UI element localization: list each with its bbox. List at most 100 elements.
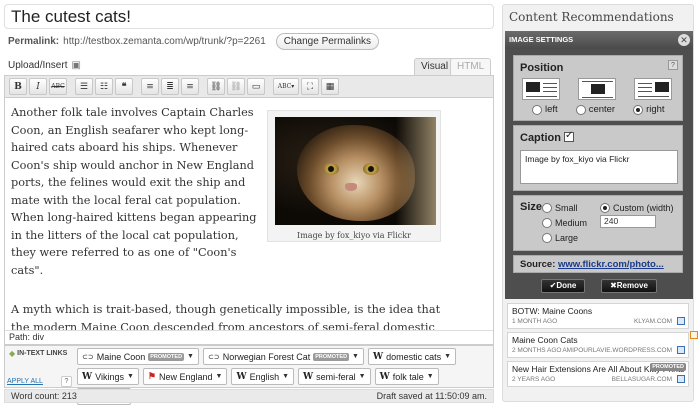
sidebar-title: Content Recommendations: [509, 10, 674, 24]
recommendation-age: 2 MONTHS AGO: [512, 347, 562, 354]
kitchen-sink-icon[interactable]: ▦: [321, 78, 339, 95]
source-box: Source: www.flickr.com/photo...: [513, 255, 683, 273]
recommendation-title[interactable]: Maine Coon Cats: [512, 335, 684, 345]
cat-photo[interactable]: [275, 117, 436, 225]
recommendation-item[interactable]: BOTW: Maine Coons 1 MONTH AGO KLYAM.COM: [507, 303, 689, 329]
chevron-down-icon[interactable]: ▼: [352, 353, 359, 360]
align-left-image-icon[interactable]: [522, 78, 560, 100]
unlink-icon[interactable]: ⛓: [227, 78, 245, 95]
chevron-down-icon[interactable]: ▼: [282, 373, 289, 380]
source-label: Source:: [520, 259, 556, 270]
chevron-down-icon[interactable]: ▼: [216, 373, 223, 380]
bullet-list-icon[interactable]: ☰: [75, 78, 93, 95]
close-icon[interactable]: ✕: [678, 34, 690, 46]
chevron-down-icon[interactable]: ▼: [427, 373, 434, 380]
zemanta-icon: ◆: [9, 349, 16, 358]
flag-icon: ⚑: [147, 371, 156, 382]
wikipedia-icon: W: [236, 371, 247, 382]
upload-insert-label: Upload/Insert: [8, 60, 68, 71]
source-link[interactable]: www.flickr.com/photo...: [558, 259, 664, 270]
external-link-icon[interactable]: [677, 346, 685, 354]
size-title: Size: [520, 201, 543, 213]
post-title-input[interactable]: The cutest cats!: [4, 4, 494, 29]
link-chip[interactable]: Wsemi-feral ▼: [298, 368, 371, 385]
done-button[interactable]: ✔Done: [541, 279, 585, 293]
link-chip[interactable]: Wdomestic cats ▼: [367, 348, 457, 365]
tab-html[interactable]: HTML: [450, 58, 492, 75]
paragraph-2: A myth which is trait-based, though gene…: [11, 303, 441, 330]
recommendation-item[interactable]: New Hair Extensions Are All About Kitty …: [507, 361, 689, 387]
align-left-icon[interactable]: ≡: [141, 78, 159, 95]
link-chip[interactable]: Wfolk tale ▼: [374, 368, 439, 385]
link-chip-label: folk tale: [392, 371, 424, 382]
blockquote-icon[interactable]: ❝: [115, 78, 133, 95]
help-icon[interactable]: ?: [61, 376, 72, 387]
link-chip[interactable]: W Vikings ▼: [77, 368, 139, 385]
position-center-radio[interactable]: center: [575, 104, 615, 115]
link-chip[interactable]: ⊂⊃ Norwegian Forest Cat PROMOTED ▼: [202, 348, 364, 365]
link-chip-label: Norwegian Forest Cat: [222, 351, 311, 362]
help-icon[interactable]: ?: [668, 60, 678, 70]
align-center-icon[interactable]: ≣: [161, 78, 179, 95]
chevron-down-icon[interactable]: ▼: [127, 373, 134, 380]
wikipedia-icon: W: [379, 371, 390, 382]
paragraph-1: Another folk tale involves Captain Charl…: [11, 106, 257, 277]
editor-content[interactable]: Another folk tale involves Captain Charl…: [5, 98, 493, 330]
image-settings-title: IMAGE SETTINGS: [509, 35, 574, 44]
cat-image-figure[interactable]: Image by fox_kiyo via Flickr: [267, 110, 441, 242]
chevron-down-icon[interactable]: ▼: [359, 373, 366, 380]
strikethrough-icon[interactable]: ABC: [49, 78, 67, 95]
recommendation-source: KLYAM.COM: [633, 318, 672, 325]
status-bar: Word count: 213 Draft saved at 11:50:09 …: [4, 389, 494, 403]
recommendation-title[interactable]: BOTW: Maine Coons: [512, 306, 684, 316]
remove-button[interactable]: ✖Remove: [601, 279, 657, 293]
size-medium-radio[interactable]: Medium: [542, 218, 587, 228]
change-permalinks-button[interactable]: Change Permalinks: [275, 33, 380, 50]
external-link-icon[interactable]: [677, 317, 685, 325]
insert-link-icon[interactable]: ⛓: [207, 78, 225, 95]
link-chip[interactable]: ⚑ New England ▼: [142, 368, 228, 385]
align-right-image-icon[interactable]: [634, 78, 672, 100]
wikipedia-icon: W: [303, 371, 314, 382]
image-settings-header: IMAGE SETTINGS ✕: [505, 31, 693, 49]
italic-icon[interactable]: I: [29, 78, 47, 95]
media-icon[interactable]: ▣: [71, 60, 80, 71]
permalink-url[interactable]: http://testbox.zemanta.com/wp/trunk/?p=2…: [63, 36, 266, 47]
align-center-image-icon[interactable]: [578, 78, 616, 100]
bold-icon[interactable]: B: [9, 78, 27, 95]
fullscreen-icon[interactable]: ⛶: [301, 78, 319, 95]
link-chain-icon: ⊂⊃: [207, 352, 220, 361]
position-box: Position ? left center right: [513, 55, 683, 121]
link-chip[interactable]: W English ▼: [231, 368, 295, 385]
post-editor: B I ABC ☰ ☷ ❝ ≡ ≣ ≡ ⛓ ⛓ ▭ ABC▾ ⛶ ▦ Anoth…: [4, 75, 494, 345]
permalink-label: Permalink:: [8, 36, 60, 47]
external-link-icon[interactable]: [677, 375, 685, 383]
collapse-handle-icon[interactable]: [690, 331, 698, 339]
custom-width-input[interactable]: 240: [600, 215, 656, 228]
apply-all-link[interactable]: APPLY ALL: [7, 378, 43, 385]
recommendation-source: BELLASUGAR.COM: [611, 376, 672, 383]
recommendation-list: BOTW: Maine Coons 1 MONTH AGO KLYAM.COM Mai…: [507, 303, 689, 390]
position-left-radio[interactable]: left: [532, 104, 558, 115]
size-custom-radio[interactable]: Custom (width): [600, 203, 674, 213]
size-large-radio[interactable]: Large: [542, 233, 578, 243]
caption-textarea[interactable]: Image by fox_kiyo via Flickr: [520, 150, 678, 184]
promoted-badge: PROMOTED: [148, 352, 185, 361]
chevron-down-icon[interactable]: ▼: [444, 353, 451, 360]
link-chip-label: Maine Coon: [96, 351, 146, 362]
link-chip[interactable]: ⊂⊃ Maine Coon PROMOTED ▼: [77, 348, 199, 365]
insert-more-icon[interactable]: ▭: [247, 78, 265, 95]
size-small-radio[interactable]: Small: [542, 203, 578, 213]
caption-checkbox[interactable]: [563, 130, 574, 142]
position-title: Position: [520, 62, 564, 74]
spellcheck-icon[interactable]: ABC▾: [273, 78, 299, 95]
intext-links-label: ◆ IN-TEXT LINKS: [9, 349, 67, 358]
chevron-down-icon[interactable]: ▼: [187, 353, 194, 360]
path-value[interactable]: div: [33, 332, 45, 342]
editor-path-bar: Path: div: [5, 330, 493, 344]
numbered-list-icon[interactable]: ☷: [95, 78, 113, 95]
position-right-radio[interactable]: right: [633, 104, 665, 115]
recommendation-item[interactable]: Maine Coon Cats 2 MONTHS AGO AMIPOURLAVIE.…: [507, 332, 689, 358]
tab-visual[interactable]: Visual: [414, 58, 456, 75]
align-right-icon[interactable]: ≡: [181, 78, 199, 95]
